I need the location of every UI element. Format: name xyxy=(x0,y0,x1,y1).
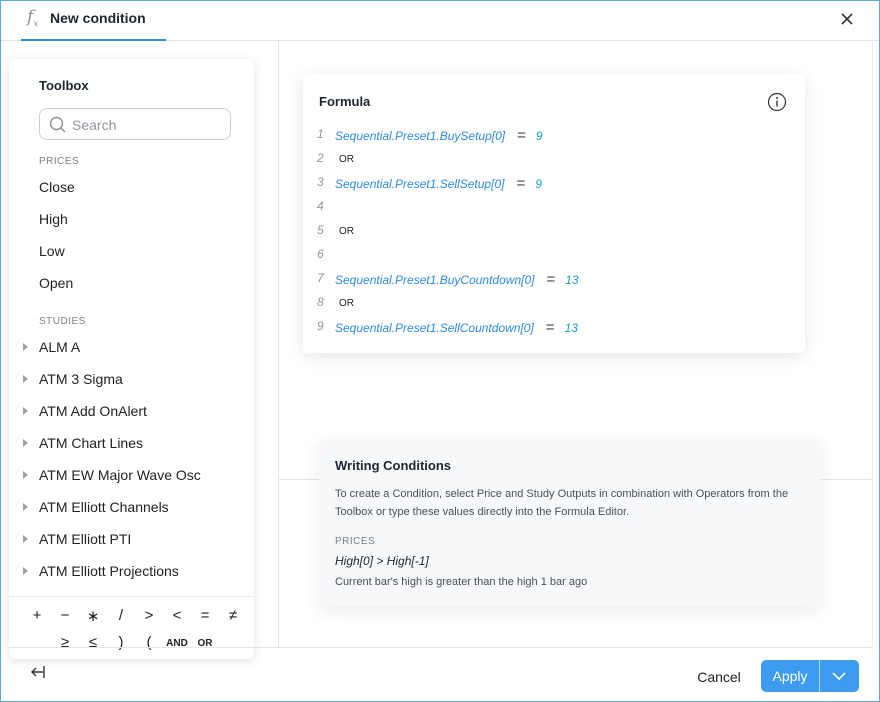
formula-keyword: OR xyxy=(339,154,354,165)
footer-divider xyxy=(9,647,873,648)
search-box[interactable] xyxy=(39,108,231,140)
study-item[interactable]: ATM Chart Lines xyxy=(23,435,248,457)
chevron-down-icon[interactable] xyxy=(831,669,847,683)
expand-caret-icon[interactable] xyxy=(23,535,28,543)
help-example-note: Current bar's high is greater than the h… xyxy=(335,576,588,588)
dialog-header: fx New condition xyxy=(1,1,879,41)
study-item[interactable]: ATM Elliott Projections xyxy=(23,563,248,585)
search-input[interactable] xyxy=(72,115,222,135)
new-condition-dialog: fx New condition Toolbox PRICES Close Hi… xyxy=(0,0,880,702)
formula-code: Sequential.Preset1.SellCountdown[0] xyxy=(335,321,534,335)
prices-section-label: PRICES xyxy=(39,156,80,167)
operators-divider xyxy=(9,596,254,597)
formula-code: Sequential.Preset1.BuySetup[0] xyxy=(335,129,506,143)
apply-separator xyxy=(819,660,820,692)
expand-caret-icon[interactable] xyxy=(23,439,28,447)
writing-conditions-help: Writing Conditions To create a Condition… xyxy=(319,439,821,607)
active-tab-underline xyxy=(21,39,166,41)
formula-editor[interactable]: Formula 1 Sequential.Preset1.BuySetup[0]… xyxy=(303,74,805,353)
formula-code: Sequential.Preset1.SellSetup[0] xyxy=(335,177,505,191)
toolbox-title: Toolbox xyxy=(39,78,89,93)
search-icon xyxy=(49,116,66,133)
help-description: To create a Condition, select Price and … xyxy=(335,488,789,518)
price-item-open[interactable]: Open xyxy=(39,275,73,291)
expand-caret-icon[interactable] xyxy=(23,471,28,479)
study-item[interactable]: ATM 3 Sigma xyxy=(23,371,248,393)
studies-section-label: STUDIES xyxy=(39,316,86,327)
panel-divider xyxy=(278,41,279,647)
operator-less[interactable]: < xyxy=(166,607,188,624)
close-icon[interactable] xyxy=(837,9,857,29)
operator-minus[interactable]: − xyxy=(54,607,76,624)
study-item[interactable]: ATM EW Major Wave Osc xyxy=(23,467,248,489)
dialog-title: New condition xyxy=(50,10,146,26)
toolbox-panel: Toolbox PRICES Close High Low Open STUDI… xyxy=(9,59,254,659)
study-item[interactable]: ATM Elliott PTI xyxy=(23,531,248,553)
fx-icon: fx xyxy=(27,7,39,30)
price-item-close[interactable]: Close xyxy=(39,179,75,195)
formula-keyword: OR xyxy=(339,298,354,309)
operator-not-equal[interactable]: ≠ xyxy=(222,607,244,624)
expand-caret-icon[interactable] xyxy=(23,343,28,351)
price-item-high[interactable]: High xyxy=(39,211,68,227)
operator-divide[interactable]: / xyxy=(110,607,132,624)
study-item[interactable]: ATM Elliott Channels xyxy=(23,499,248,521)
expand-caret-icon[interactable] xyxy=(23,375,28,383)
cancel-button[interactable]: Cancel xyxy=(687,664,751,690)
operator-plus[interactable]: + xyxy=(26,607,48,624)
apply-button[interactable]: Apply xyxy=(761,660,859,692)
operator-less-equal[interactable]: ≤ xyxy=(82,634,104,651)
expand-caret-icon[interactable] xyxy=(23,567,28,575)
price-item-low[interactable]: Low xyxy=(39,243,65,259)
operator-multiply[interactable]: ∗ xyxy=(82,607,104,625)
study-item[interactable]: ALM A xyxy=(23,339,248,361)
operator-open-paren[interactable]: ( xyxy=(138,634,160,651)
study-item[interactable]: ATM Add OnAlert xyxy=(23,403,248,425)
help-example-label: PRICES xyxy=(335,536,376,547)
operator-greater-equal[interactable]: ≥ xyxy=(54,634,76,651)
expand-caret-icon[interactable] xyxy=(23,407,28,415)
info-icon[interactable] xyxy=(767,92,787,112)
operator-equal[interactable]: = xyxy=(194,607,216,624)
formula-keyword: OR xyxy=(339,226,354,237)
help-example: High[0] > High[-1] xyxy=(335,554,429,568)
help-title: Writing Conditions xyxy=(335,458,452,473)
right-edge xyxy=(872,41,873,647)
apply-button-label[interactable]: Apply xyxy=(761,660,819,692)
operator-greater[interactable]: > xyxy=(138,607,160,624)
formula-code: Sequential.Preset1.BuyCountdown[0] xyxy=(335,273,535,287)
formula-title: Formula xyxy=(319,94,371,109)
operator-close-paren[interactable]: ) xyxy=(110,634,132,651)
collapse-panel-icon[interactable] xyxy=(28,663,48,681)
expand-caret-icon[interactable] xyxy=(23,503,28,511)
